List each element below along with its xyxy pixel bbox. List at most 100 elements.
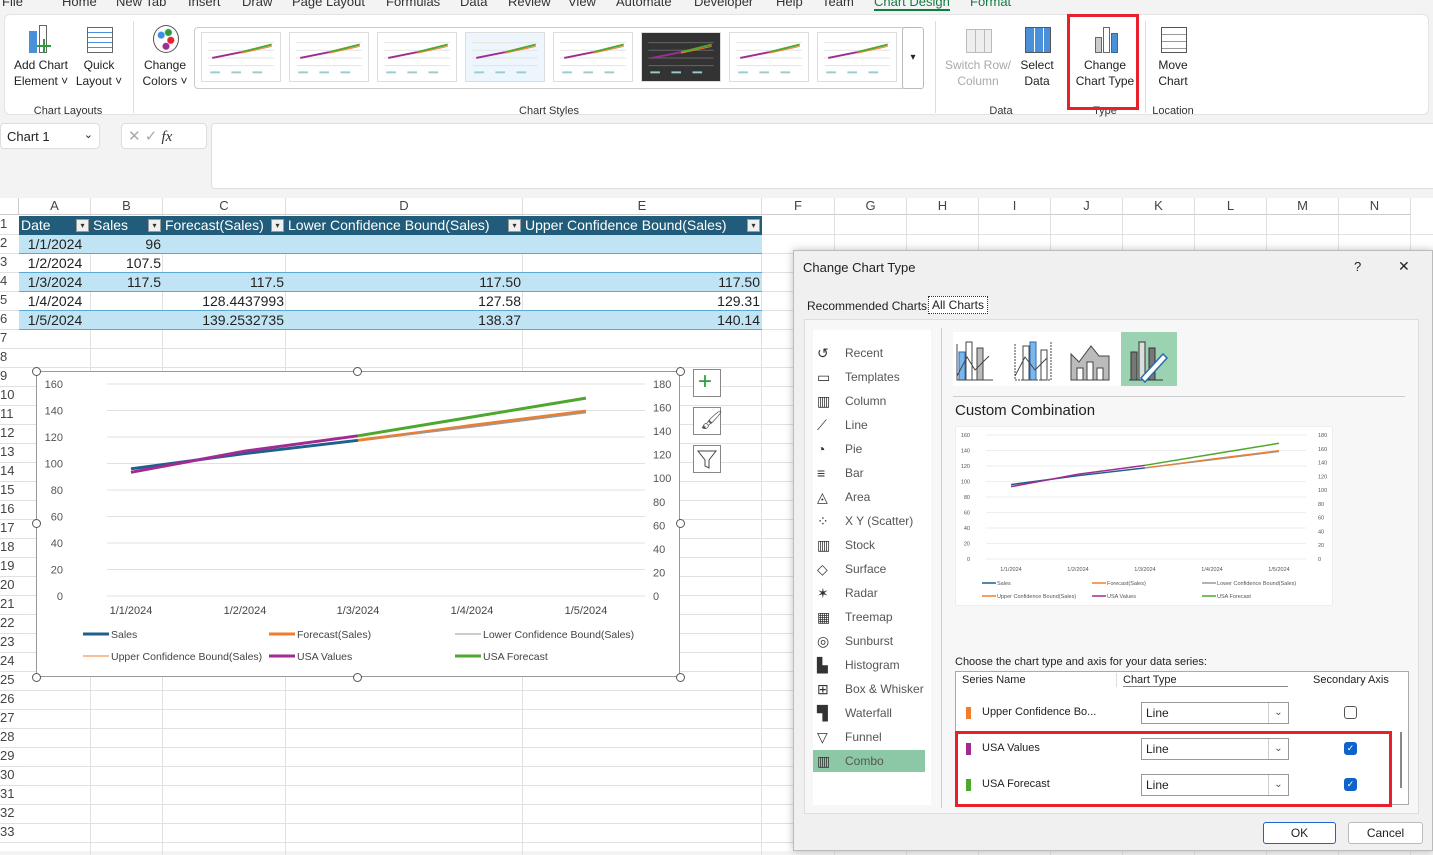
menu-tab-team[interactable]: Team bbox=[822, 0, 854, 9]
row-header-12[interactable]: 12 bbox=[0, 425, 19, 444]
row-header-31[interactable]: 31 bbox=[0, 786, 19, 805]
row-header-21[interactable]: 21 bbox=[0, 596, 19, 615]
select-data-button[interactable]: Select Data bbox=[1015, 23, 1059, 89]
chart-type-sunburst[interactable]: ◎ Sunburst bbox=[813, 630, 925, 652]
change-chart-type-button[interactable]: Change Chart Type bbox=[1071, 23, 1139, 89]
row-header-27[interactable]: 27 bbox=[0, 710, 19, 729]
menu-tab-review[interactable]: Review bbox=[508, 0, 551, 9]
chart-filters-button[interactable] bbox=[693, 445, 721, 473]
row-header-11[interactable]: 11 bbox=[0, 406, 19, 425]
select-all-corner[interactable] bbox=[0, 198, 19, 215]
table-cell[interactable] bbox=[163, 235, 286, 254]
filter-dropdown-icon[interactable]: ▾ bbox=[76, 219, 89, 232]
row-header-15[interactable]: 15 bbox=[0, 482, 19, 501]
column-header-K[interactable]: K bbox=[1123, 198, 1195, 215]
chart-type-treemap[interactable]: ▦ Treemap bbox=[813, 606, 925, 628]
row-header-22[interactable]: 22 bbox=[0, 615, 19, 634]
chart-type-select[interactable]: Line ⌄ bbox=[1141, 738, 1289, 760]
row-header-30[interactable]: 30 bbox=[0, 767, 19, 786]
switch-row-column-button[interactable]: Switch Row/Column bbox=[943, 23, 1013, 89]
chart-type-surface[interactable]: ◇ Surface bbox=[813, 558, 925, 580]
row-header-28[interactable]: 28 bbox=[0, 729, 19, 748]
table-cell[interactable]: 1/2/2024 bbox=[19, 254, 91, 273]
resize-handle[interactable] bbox=[353, 367, 362, 376]
column-header-I[interactable]: I bbox=[979, 198, 1051, 215]
row-header-20[interactable]: 20 bbox=[0, 577, 19, 596]
chart-type-select[interactable]: Line ⌄ bbox=[1141, 702, 1289, 724]
row-header-29[interactable]: 29 bbox=[0, 748, 19, 767]
table-cell[interactable]: 96 bbox=[91, 235, 163, 254]
table-cell[interactable]: 1/5/2024 bbox=[19, 311, 91, 330]
chart-style-2[interactable] bbox=[289, 32, 369, 82]
row-header-1[interactable]: 1 bbox=[0, 216, 19, 235]
menu-tab-insert[interactable]: Insert bbox=[188, 0, 221, 9]
column-header-L[interactable]: L bbox=[1195, 198, 1267, 215]
row-header-10[interactable]: 10 bbox=[0, 387, 19, 406]
row-header-4[interactable]: 4 bbox=[0, 273, 19, 292]
menu-tab-draw[interactable]: Draw bbox=[242, 0, 272, 9]
gallery-more-button[interactable]: ▾ bbox=[902, 27, 924, 89]
chart-style-1[interactable] bbox=[201, 32, 281, 82]
insert-function-icon[interactable]: fx bbox=[162, 129, 173, 145]
column-header-H[interactable]: H bbox=[907, 198, 979, 215]
chart-type-select[interactable]: Line ⌄ bbox=[1141, 774, 1289, 796]
chart-type-column[interactable]: ▥ Column bbox=[813, 390, 925, 412]
change-colors-button[interactable]: Change Colors ˅ bbox=[139, 23, 191, 89]
table-cell[interactable] bbox=[286, 254, 523, 273]
table-cell[interactable]: 127.58 bbox=[286, 292, 523, 311]
ok-button[interactable]: OK bbox=[1263, 822, 1336, 844]
row-header-6[interactable]: 6 bbox=[0, 311, 19, 330]
row-header-14[interactable]: 14 bbox=[0, 463, 19, 482]
table-cell[interactable]: 128.4437993 bbox=[163, 292, 286, 311]
table-cell[interactable]: 1/1/2024 bbox=[19, 235, 91, 254]
enter-icon[interactable]: ✓ bbox=[145, 128, 158, 145]
menu-tab-file[interactable]: File bbox=[2, 0, 23, 9]
chart-type-waterfall[interactable]: ▜ Waterfall bbox=[813, 702, 925, 724]
row-header-9[interactable]: 9 bbox=[0, 368, 19, 387]
row-header-17[interactable]: 17 bbox=[0, 520, 19, 539]
table-cell[interactable]: 138.37 bbox=[286, 311, 523, 330]
cancel-icon[interactable]: ✕ bbox=[128, 128, 141, 145]
resize-handle[interactable] bbox=[676, 367, 685, 376]
scrollbar[interactable] bbox=[1400, 732, 1402, 788]
secondary-axis-checkbox[interactable]: ✓ bbox=[1344, 742, 1357, 755]
chart-elements-button[interactable]: + bbox=[693, 368, 721, 397]
row-header-13[interactable]: 13 bbox=[0, 444, 19, 463]
column-header-C[interactable]: C bbox=[163, 198, 286, 215]
chart-type-stock[interactable]: ▥ Stock bbox=[813, 534, 925, 556]
table-cell[interactable]: 139.2532735 bbox=[163, 311, 286, 330]
row-header-26[interactable]: 26 bbox=[0, 691, 19, 710]
filter-dropdown-icon[interactable]: ▾ bbox=[148, 219, 161, 232]
formula-input[interactable] bbox=[211, 123, 1433, 189]
close-button[interactable]: ✕ bbox=[1398, 258, 1410, 275]
table-cell[interactable] bbox=[523, 235, 762, 254]
filter-dropdown-icon[interactable]: ▾ bbox=[508, 219, 521, 232]
table-cell[interactable] bbox=[286, 235, 523, 254]
row-header-19[interactable]: 19 bbox=[0, 558, 19, 577]
resize-handle[interactable] bbox=[676, 673, 685, 682]
table-cell[interactable]: 117.50 bbox=[523, 273, 762, 292]
chart-type-recent[interactable]: ↺ Recent bbox=[813, 342, 925, 364]
chart-type-pie[interactable]: ◔ Pie bbox=[813, 438, 925, 460]
resize-handle[interactable] bbox=[353, 673, 362, 682]
table-cell[interactable] bbox=[163, 254, 286, 273]
quick-layout-button[interactable]: Quick Layout ˅ bbox=[73, 23, 125, 89]
chart-type-x-y-scatter-[interactable]: ⁘ X Y (Scatter) bbox=[813, 510, 925, 532]
table-cell[interactable]: 107.5 bbox=[91, 254, 163, 273]
menu-tab-chart-design[interactable]: Chart Design bbox=[874, 0, 950, 11]
add-chart-element-button[interactable]: Add Chart Element ˅ bbox=[11, 23, 71, 89]
table-cell[interactable]: 1/3/2024 bbox=[19, 273, 91, 292]
chart-type-box-whisker[interactable]: ⊞ Box & Whisker bbox=[813, 678, 925, 700]
chart-type-bar[interactable]: ≡ Bar bbox=[813, 462, 925, 484]
resize-handle[interactable] bbox=[32, 673, 41, 682]
table-cell[interactable]: 117.5 bbox=[91, 273, 163, 292]
column-header-N[interactable]: N bbox=[1339, 198, 1411, 215]
resize-handle[interactable] bbox=[676, 519, 685, 528]
column-header-M[interactable]: M bbox=[1267, 198, 1339, 215]
menu-tab-new-tab[interactable]: New Tab bbox=[116, 0, 166, 9]
menu-tab-automate[interactable]: Automate bbox=[616, 0, 672, 9]
column-header-G[interactable]: G bbox=[835, 198, 907, 215]
filter-dropdown-icon[interactable]: ▾ bbox=[271, 219, 284, 232]
menu-tab-format[interactable]: Format bbox=[970, 0, 1011, 9]
row-header-2[interactable]: 2 bbox=[0, 235, 19, 254]
